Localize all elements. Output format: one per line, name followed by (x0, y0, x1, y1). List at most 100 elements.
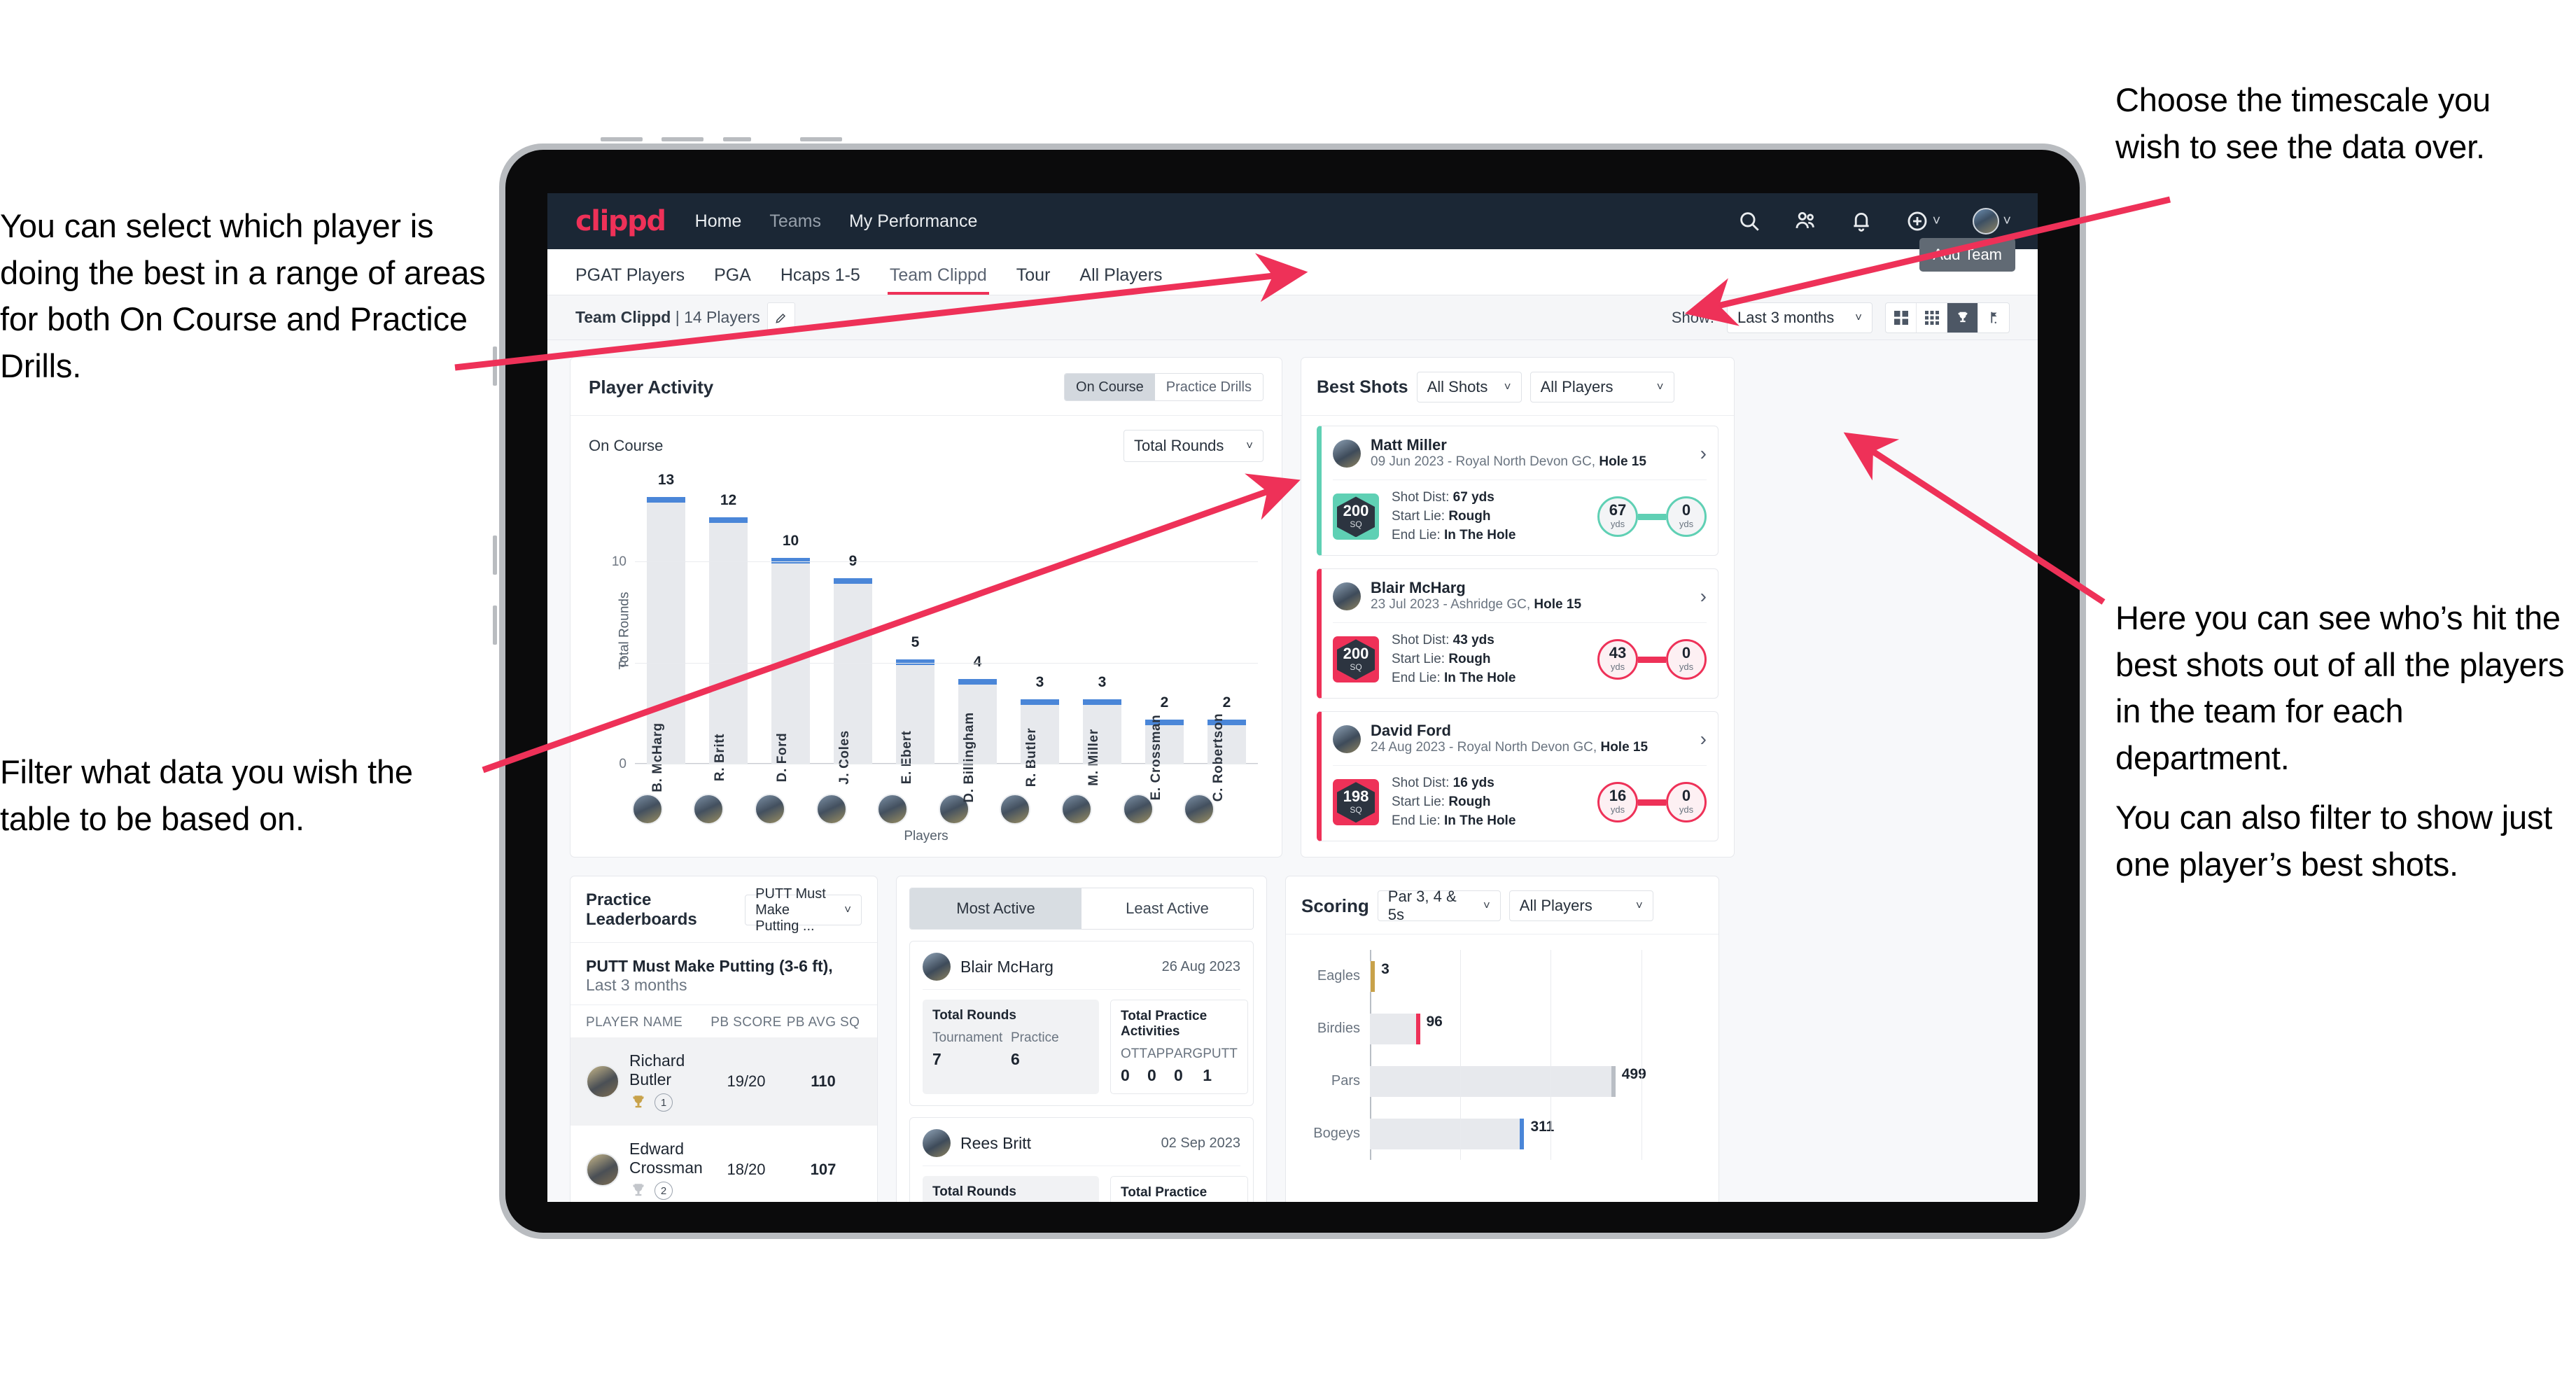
best-shot-body: 198 SQ Shot Dist: 16 yds Start Lie: Rough En… (1333, 766, 1707, 831)
chart-avatar-slot (1046, 794, 1107, 825)
tab-hcaps-1-5[interactable]: Hcaps 1-5 (780, 265, 860, 295)
plus-circle-icon[interactable] (1905, 209, 1929, 233)
edit-team-button[interactable] (766, 302, 795, 333)
people-icon[interactable] (1793, 209, 1817, 233)
timescale-select[interactable]: Last 3 months ˅ (1727, 302, 1872, 333)
grid-small-icon[interactable] (1917, 302, 1947, 332)
best-shot-identity: Matt Miller 09 Jun 2023 - Royal North Dev… (1371, 436, 1646, 471)
avatar[interactable] (1060, 794, 1092, 825)
scoring-category-label: Bogeys (1313, 1126, 1360, 1141)
best-shot-meta: 09 Jun 2023 - Royal North Devon GC, Hole… (1371, 454, 1646, 470)
chart-bar-column[interactable]: 12 R. Britt (697, 491, 760, 781)
team-name: Team Clippd (575, 308, 671, 326)
scoring-row[interactable]: Bogeys 311 (1313, 1118, 1642, 1149)
scoring-category-label: Birdies (1317, 1021, 1360, 1036)
scoring-row[interactable]: Pars 499 (1331, 1065, 1646, 1097)
table-row[interactable]: Edward Crossman 2 18/20 107 (570, 1126, 877, 1202)
drill-select[interactable]: PUTT Must Make Putting ... ˅ (745, 886, 862, 934)
chart-gridline (635, 662, 1258, 664)
tab-tour[interactable]: Tour (1016, 265, 1051, 295)
chart-bar-column[interactable]: 2 C. Robertson (1196, 491, 1258, 802)
leaderboard-player-name: Richard Butler (629, 1051, 685, 1088)
chart-avatar-slot (862, 794, 923, 825)
toggle-on-course[interactable]: On Course (1065, 374, 1155, 400)
tab-least-active[interactable]: Least Active (1082, 888, 1253, 929)
scoring-player-filter[interactable]: All Players ˅ (1508, 890, 1653, 921)
chart-bar[interactable]: 3 R. Butler (1020, 674, 1060, 787)
scoring-bar-value: 3 (1381, 960, 1390, 977)
chart-bar-label: R. Britt (713, 733, 728, 782)
chart-bar-column[interactable]: 10 D. Ford (760, 491, 822, 782)
activity-item[interactable]: Blair McHarg 26 Aug 2023 Total Rounds Tourn… (909, 941, 1254, 1106)
nav-item-home[interactable]: Home (695, 211, 742, 232)
chart-bar-cap (958, 679, 997, 685)
clippd-logo[interactable]: clippd (575, 205, 666, 237)
tab-pga[interactable]: PGA (714, 265, 751, 295)
scoring-row[interactable]: Birdies 96 (1317, 1013, 1642, 1044)
chart-bar-column[interactable]: 2 E. Crossman (1133, 491, 1196, 800)
chart-bar-label: M. Miller (1086, 729, 1102, 786)
avatar[interactable] (1184, 794, 1215, 825)
chart-bar[interactable]: 2 C. Robertson (1207, 694, 1247, 802)
metric-select[interactable]: Total Rounds ˅ (1124, 430, 1264, 462)
tab-most-active[interactable]: Most Active (910, 888, 1082, 929)
user-menu[interactable]: ˅ (1973, 208, 2011, 234)
chart-bar-value: 3 (1035, 674, 1044, 691)
total-rounds-box: Total RoundsTournament8Practice4 (923, 1176, 1099, 1202)
grid-large-icon[interactable] (1886, 302, 1917, 332)
table-row[interactable]: Richard Butler 1 19/20 110 (570, 1037, 877, 1126)
golf-flag-icon[interactable] (1978, 303, 2009, 332)
avatar[interactable] (877, 794, 909, 825)
best-shots-shot-filter[interactable]: All Shots ˅ (1416, 372, 1522, 402)
chart-bar[interactable]: 12 R. Britt (708, 492, 748, 781)
avatar[interactable] (816, 794, 847, 825)
chart-bar[interactable]: 4D. Billingham (958, 654, 997, 803)
shot-distance-line: Shot Dist: 43 yds (1392, 632, 1494, 648)
avatar[interactable] (693, 794, 724, 825)
chart-bar-column[interactable]: 4D. Billingham (946, 491, 1009, 803)
bell-icon[interactable] (1849, 209, 1873, 233)
best-shot-card[interactable]: David Ford 24 Aug 2023 - Royal North Devo… (1317, 710, 1718, 841)
add-menu[interactable]: ˅ (1905, 209, 1940, 233)
tab-team-clippd[interactable]: Team Clippd (887, 265, 989, 295)
chart-bar-column[interactable]: 9J. Coles (822, 491, 884, 785)
scoring-row[interactable]: Eagles 3 (1317, 960, 1642, 992)
scoring-player-filter-value: All Players (1519, 897, 1592, 914)
start-lie-line: Start Lie: Rough (1392, 508, 1491, 524)
search-icon[interactable] (1737, 209, 1761, 233)
distance-from-unit: yds (1610, 519, 1625, 530)
chart-bar[interactable]: 3 M. Miller (1082, 674, 1122, 786)
distance-from-unit: yds (1610, 662, 1625, 673)
chart-bar-column[interactable]: 13 B. McHarg (635, 472, 697, 792)
column-pb-avg-sq: PB AVG SQ (786, 1015, 860, 1030)
best-shot-card[interactable]: Blair McHarg 23 Jul 2023 - Ashridge GC, H… (1317, 568, 1718, 699)
chart-bar-column[interactable]: 3 R. Butler (1009, 491, 1071, 787)
trophy-icon[interactable] (1947, 302, 1978, 332)
chart-bar[interactable]: 13 B. McHarg (646, 472, 686, 792)
activity-item[interactable]: Rees Britt 02 Sep 2023 Total RoundsTournam… (909, 1117, 1254, 1202)
chart-bar-column[interactable]: 5 E. Ebert (884, 491, 946, 784)
chevron-right-icon[interactable]: › (1700, 585, 1707, 608)
avatar[interactable] (1973, 208, 2000, 234)
tab-all-players[interactable]: All Players (1079, 265, 1162, 295)
leaderboard-pb-score: 18/20 (727, 1161, 766, 1178)
chart-bar-column[interactable]: 3 M. Miller (1071, 491, 1133, 786)
nav-item-my-performance[interactable]: My Performance (849, 211, 977, 232)
chart-bar[interactable]: 5 E. Ebert (895, 634, 935, 784)
toggle-practice-drills[interactable]: Practice Drills (1154, 374, 1263, 400)
avatar[interactable] (1000, 794, 1031, 825)
avatar[interactable] (631, 794, 663, 825)
chart-bar[interactable]: 9J. Coles (833, 553, 873, 785)
chevron-right-icon[interactable]: › (1700, 442, 1707, 465)
chart-bar[interactable]: 2 E. Crossman (1144, 694, 1184, 800)
chart-bar-label: D. Ford (775, 732, 790, 783)
best-shots-player-filter[interactable]: All Players ˅ (1530, 372, 1674, 402)
chart-bar[interactable]: 10 D. Ford (771, 533, 811, 782)
tab-pgat-players[interactable]: PGAT Players (575, 265, 685, 295)
scoring-par-filter[interactable]: Par 3, 4 & 5s ˅ (1377, 888, 1501, 923)
nav-item-teams[interactable]: Teams (769, 211, 821, 232)
best-shot-card[interactable]: Matt Miller 09 Jun 2023 - Royal North Dev… (1317, 426, 1718, 556)
chevron-right-icon[interactable]: › (1700, 728, 1707, 750)
screenshot-stage: You can select which player is doing the… (0, 0, 2576, 1386)
avatar[interactable] (754, 794, 785, 825)
